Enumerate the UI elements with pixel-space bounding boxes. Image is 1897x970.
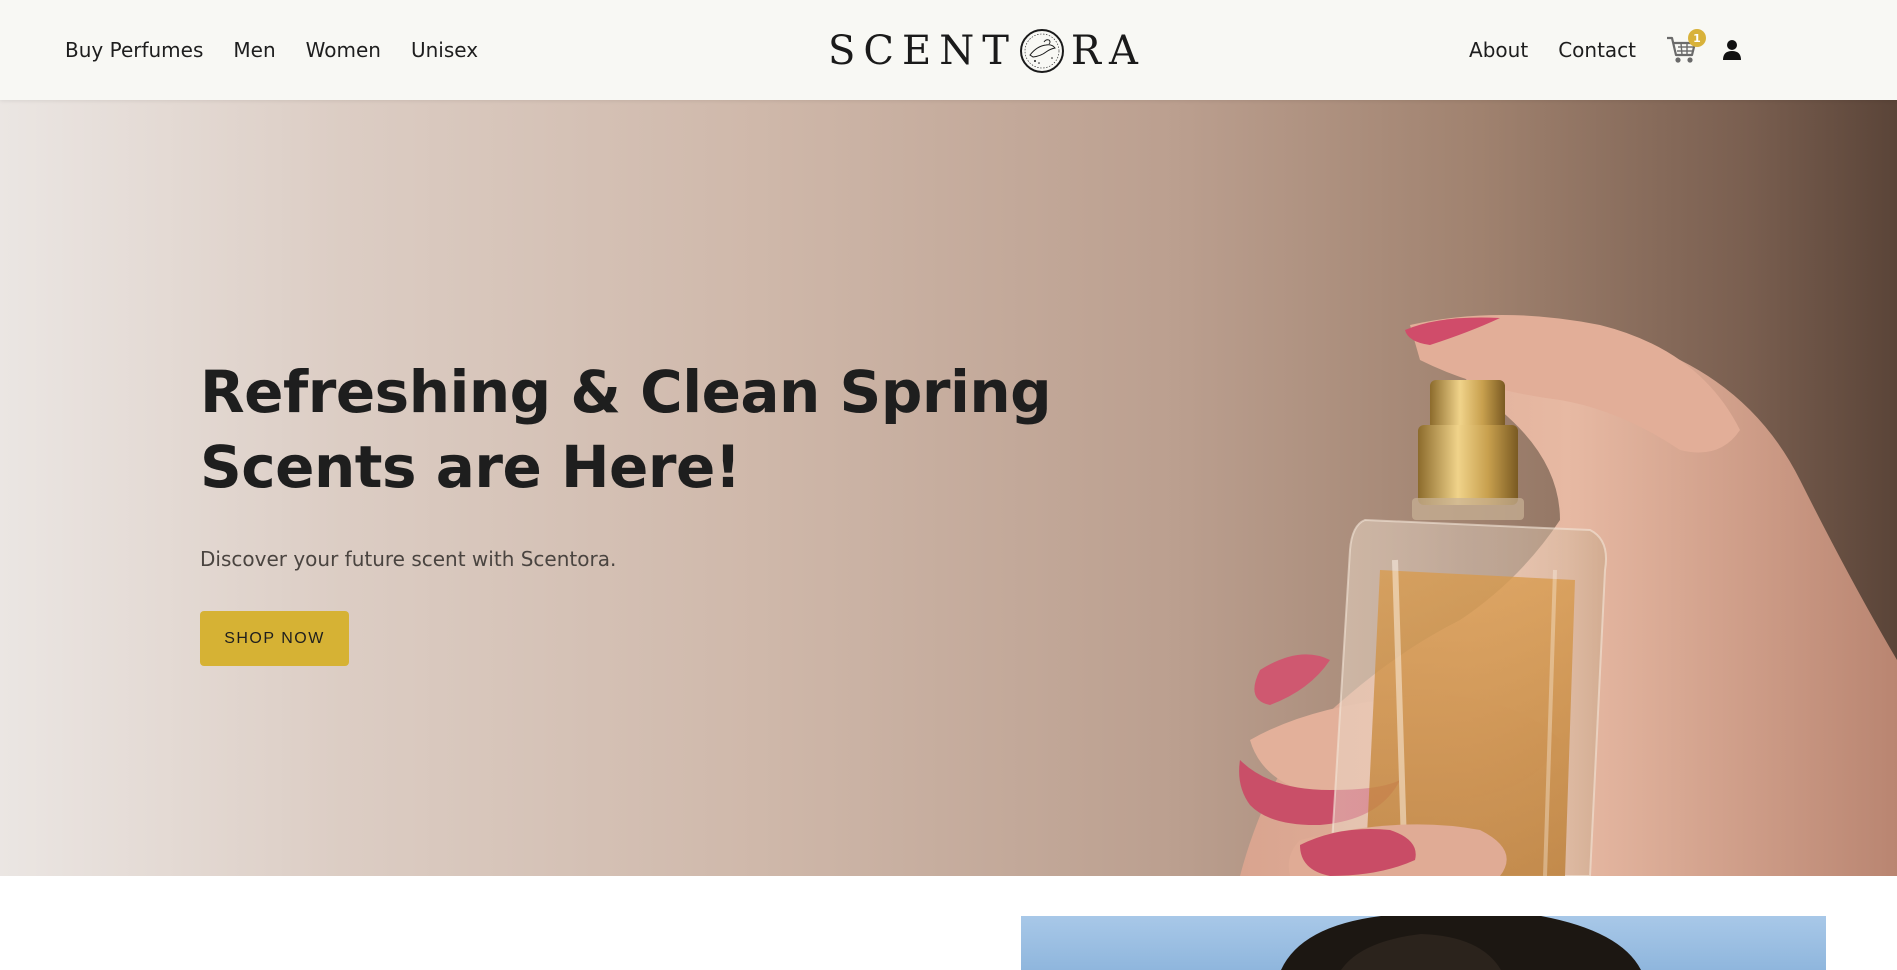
nav-link-women[interactable]: Women bbox=[306, 38, 381, 62]
shop-now-button[interactable]: SHOP NOW bbox=[200, 611, 349, 666]
featured-image bbox=[1021, 916, 1826, 970]
hero-banner: Refreshing & Clean Spring Scents are Her… bbox=[0, 100, 1897, 876]
logo-emblem-icon bbox=[1019, 29, 1064, 73]
site-header: Buy Perfumes Men Women Unisex SCENT RA A… bbox=[0, 0, 1897, 100]
hero-title-line-2: Scents are Here! bbox=[200, 433, 741, 501]
cart-button[interactable]: 1 bbox=[1666, 29, 1706, 65]
nav-link-about[interactable]: About bbox=[1469, 38, 1528, 62]
nav-link-men[interactable]: Men bbox=[233, 38, 275, 62]
brand-logo[interactable]: SCENT RA bbox=[828, 24, 1146, 78]
user-icon bbox=[1723, 40, 1741, 60]
featured-image-art bbox=[1281, 916, 1641, 970]
nav-link-unisex[interactable]: Unisex bbox=[411, 38, 478, 62]
nav-link-contact[interactable]: Contact bbox=[1558, 38, 1636, 62]
secondary-nav: About Contact 1 bbox=[1469, 0, 1742, 100]
hero-content: Refreshing & Clean Spring Scents are Her… bbox=[200, 355, 1060, 666]
nav-link-buy-perfumes[interactable]: Buy Perfumes bbox=[65, 38, 203, 62]
logo-text-right: RA bbox=[1070, 28, 1146, 74]
primary-nav: Buy Perfumes Men Women Unisex bbox=[65, 0, 478, 100]
account-button[interactable] bbox=[1722, 39, 1742, 61]
logo-text-left: SCENT bbox=[828, 28, 1017, 74]
hero-title: Refreshing & Clean Spring Scents are Her… bbox=[200, 355, 1060, 505]
hero-title-line-1: Refreshing & Clean Spring bbox=[200, 358, 1052, 426]
cart-count-badge: 1 bbox=[1688, 29, 1706, 47]
hero-subtitle: Discover your future scent with Scentora… bbox=[200, 547, 617, 571]
featured-section bbox=[0, 876, 1897, 970]
